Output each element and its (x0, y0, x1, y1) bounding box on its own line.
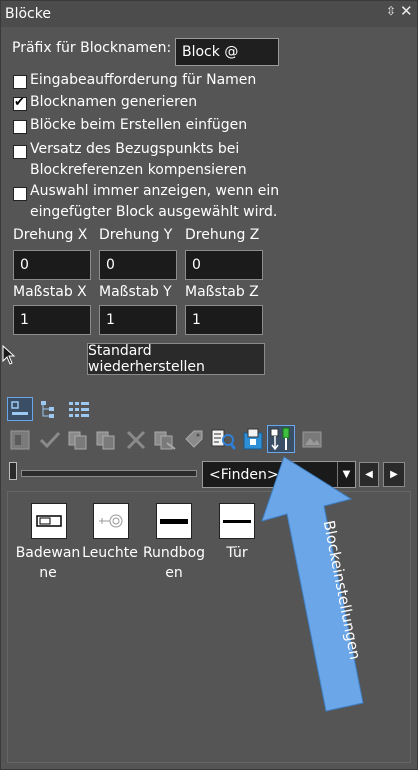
scale-y-input[interactable]: 1 (99, 305, 177, 335)
new-block-icon[interactable] (9, 429, 31, 451)
rotation-x-input[interactable]: 0 (13, 250, 91, 280)
title-bar: Blöcke ⇳ ✕ (1, 1, 417, 27)
reset-defaults-button[interactable]: Standard wiederherstellen (87, 343, 265, 375)
option-checkbox-insert-on-create[interactable] (13, 120, 27, 134)
scale-z-value: 1 (192, 312, 201, 328)
view-large-icons-button[interactable] (7, 397, 33, 421)
option-label-prompt-name: Eingabeaufforderung für Namen (30, 72, 257, 88)
pin-icon[interactable]: ⇳ (386, 4, 396, 18)
rotation-y-label: Drehung Y (99, 227, 173, 243)
bathtub-icon (36, 515, 62, 527)
rotation-z-input[interactable]: 0 (185, 250, 263, 280)
block-thumbnail-rundbogen[interactable] (156, 503, 192, 539)
scale-z-input[interactable]: 1 (185, 305, 263, 335)
rotation-z-label: Drehung Z (185, 227, 260, 243)
block-thumbnail-leuchte[interactable] (93, 503, 129, 539)
block-name-badewanne-1: Badewan (15, 545, 81, 561)
find-block-icon[interactable] (211, 427, 237, 451)
apply-check-icon[interactable] (39, 429, 61, 451)
option-checkbox-prompt-name[interactable] (13, 75, 27, 89)
mouse-cursor-icon (2, 345, 16, 365)
scale-x-value: 1 (20, 312, 29, 328)
next-button[interactable]: ▶ (383, 462, 405, 487)
rotation-y-value: 0 (106, 257, 115, 273)
option-checkbox-compensate-offset[interactable] (13, 145, 27, 159)
delete-icon[interactable] (125, 429, 147, 451)
rotation-x-label: Drehung X (13, 227, 88, 243)
block-name-rundbogen-1: Rundbog (142, 545, 206, 561)
light-icon (99, 514, 123, 528)
blocks-panel: Blöcke ⇳ ✕ Präfix für Blocknamen: Block … (0, 0, 418, 770)
reset-defaults-label: Standard wiederherstellen (88, 343, 205, 375)
close-icon[interactable]: ✕ (400, 2, 413, 20)
scale-z-label: Maßstab Z (185, 284, 259, 300)
view-list-icon[interactable] (67, 399, 93, 421)
block-thumbnail-badewanne[interactable] (31, 503, 67, 539)
tag-icon[interactable] (183, 429, 207, 451)
prefix-input-value: Block @ (182, 44, 239, 60)
block-name-leuchte: Leuchte (82, 545, 138, 561)
scale-x-label: Maßstab X (13, 284, 87, 300)
block-name-rundbogen-2: en (165, 565, 183, 581)
scale-y-label: Maßstab Y (99, 284, 172, 300)
option-label-always-show-selection-2: eingefügter Block ausgewählt wird. (30, 204, 278, 220)
door-icon (223, 520, 251, 523)
option-label-insert-on-create: Blöcke beim Erstellen einfügen (30, 117, 248, 133)
paste-icon[interactable] (95, 429, 117, 451)
size-slider-thumb[interactable] (9, 462, 17, 480)
option-label-compensate-offset-2: Blockreferenzen kompensieren (30, 162, 247, 178)
prefix-input[interactable]: Block @ (175, 38, 279, 66)
scale-y-value: 1 (106, 312, 115, 328)
view-tree-icon[interactable] (39, 399, 63, 421)
large-icons-icon (11, 401, 28, 415)
prefix-label: Präfix für Blocknamen: (12, 40, 172, 56)
callout-arrow (261, 456, 364, 712)
rename-icon[interactable] (153, 429, 177, 451)
copy-icon[interactable] (67, 429, 89, 451)
option-checkbox-generate-names[interactable] (13, 95, 27, 111)
option-label-compensate-offset-1: Versatz des Bezugspunkts bei (30, 141, 240, 157)
block-thumbnail-tuer[interactable] (219, 503, 255, 539)
arch-icon (160, 519, 188, 524)
block-name-badewanne-2: ne (39, 565, 57, 581)
arrow-right-icon: ▶ (390, 469, 398, 480)
option-checkbox-always-show-selection[interactable] (13, 187, 27, 201)
panel-title: Blöcke (5, 6, 51, 22)
option-label-generate-names: Blocknamen generieren (30, 94, 198, 110)
rotation-y-input[interactable]: 0 (99, 250, 177, 280)
scale-x-input[interactable]: 1 (13, 305, 91, 335)
rotation-z-value: 0 (192, 257, 201, 273)
option-label-always-show-selection-1: Auswahl immer anzeigen, wenn ein (30, 183, 280, 199)
rotation-x-value: 0 (20, 257, 29, 273)
size-slider-track[interactable] (21, 470, 197, 477)
